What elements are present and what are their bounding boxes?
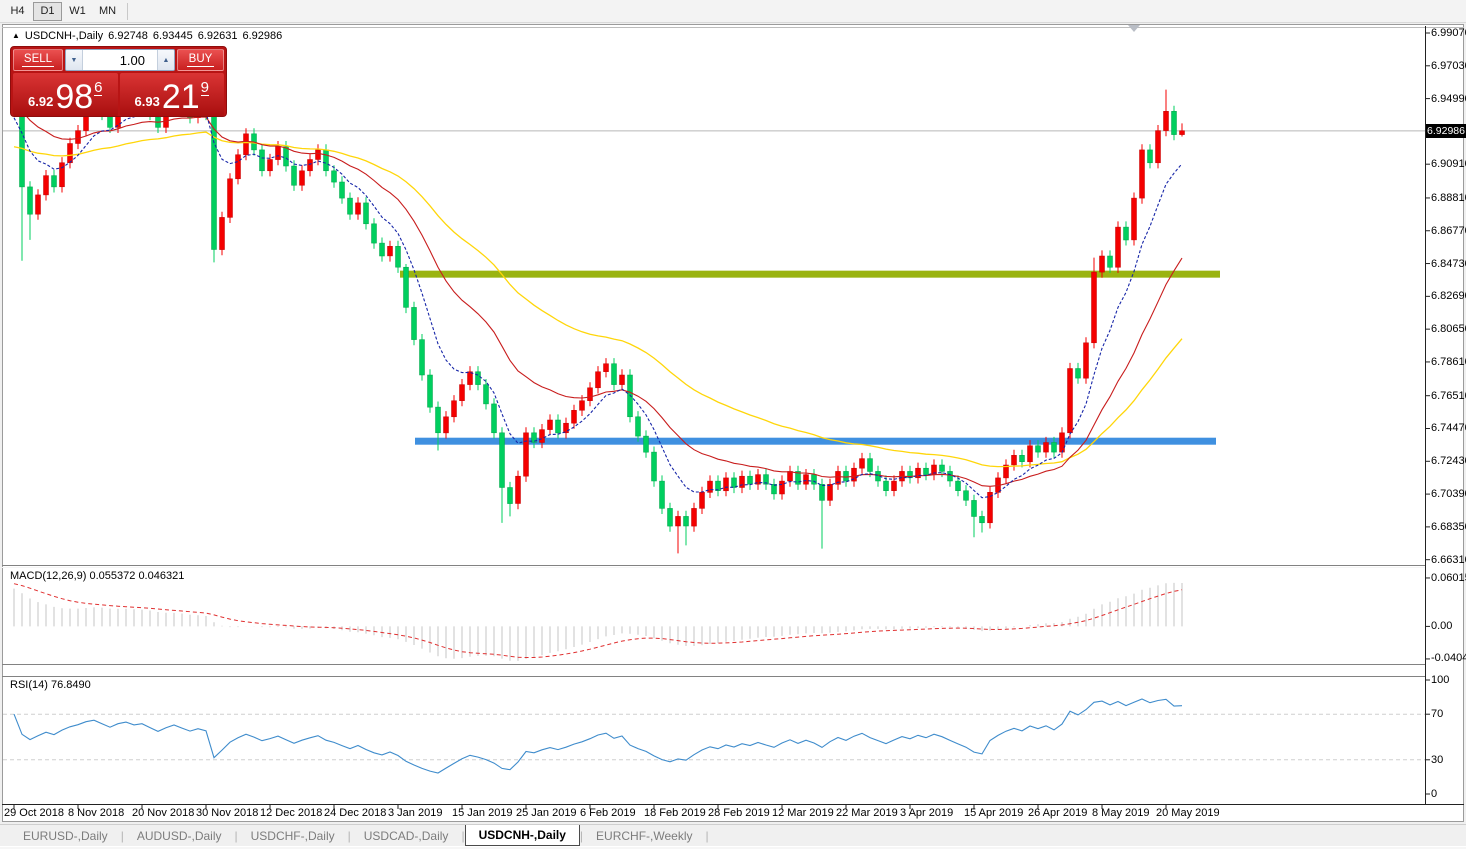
chart-tab-audusd-daily[interactable]: AUDUSD-,Daily [124, 825, 235, 846]
macd-value-signal: 0.046321 [138, 570, 184, 582]
chart-tab-usdcnh-daily[interactable]: USDCNH-,Daily [465, 825, 580, 846]
chart-tab-bar: EURUSD-,Daily|AUDUSD-,Daily|USDCHF-,Dail… [0, 824, 1466, 846]
price-tick-label: 6.70390 [1431, 488, 1466, 500]
sell-price-big: 98 [55, 82, 93, 112]
date-tick-label: 29 Oct 2018 [4, 807, 64, 819]
date-tick-label: 8 May 2019 [1092, 807, 1149, 819]
rsi-value: 76.8490 [51, 679, 91, 691]
rsi-tick-label: 0 [1431, 788, 1437, 800]
volume-increase-icon[interactable]: ▲ [157, 50, 174, 70]
price-tick-label: 6.82690 [1431, 290, 1466, 302]
date-tick-label: 24 Dec 2018 [324, 807, 386, 819]
sell-button[interactable]: SELL [13, 49, 63, 71]
ohlc-low: 6.92631 [198, 30, 238, 42]
date-tick-label: 20 May 2019 [1156, 807, 1220, 819]
buy-price-big: 21 [162, 82, 200, 112]
timeframe-toolbar: H4D1W1MN [0, 0, 1466, 23]
ohlc-close: 6.92986 [242, 30, 282, 42]
price-tick-label: 6.68350 [1431, 521, 1466, 533]
ohlc-high: 6.93445 [153, 30, 193, 42]
sell-price-small: 6.92 [28, 94, 53, 109]
price-tick-label: 6.90910 [1431, 158, 1466, 170]
date-tick-label: 15 Jan 2019 [452, 807, 513, 819]
toolbar-separator [127, 3, 128, 20]
date-tick-label: 6 Feb 2019 [580, 807, 636, 819]
buy-quote: 6.93 21 9 [120, 73, 225, 116]
rsi-tick-label: 100 [1431, 674, 1449, 686]
price-tick-label: 6.80650 [1431, 323, 1466, 335]
price-tick-label: 6.88810 [1431, 192, 1466, 204]
price-tick-label: 6.72430 [1431, 455, 1466, 467]
chart-tab-eurchf-weekly[interactable]: EURCHF-,Weekly [583, 825, 705, 846]
date-tick-label: 28 Feb 2019 [708, 807, 770, 819]
volume-input[interactable] [83, 50, 157, 70]
buy-button[interactable]: BUY [177, 49, 224, 71]
date-tick-label: 8 Nov 2018 [68, 807, 124, 819]
date-tick-label: 18 Feb 2019 [644, 807, 706, 819]
rsi-tick-label: 70 [1431, 708, 1443, 720]
macd-value-main: 0.055372 [89, 570, 135, 582]
chart-title: ▲ USDCNH-,Daily 6.92748 6.93445 6.92631 … [12, 30, 282, 42]
date-tick-label: 30 Nov 2018 [196, 807, 258, 819]
chart-tab-eurusd-daily[interactable]: EURUSD-,Daily [10, 825, 121, 846]
timeframe-button-w1[interactable]: W1 [63, 2, 92, 21]
price-tick-label: 6.78610 [1431, 356, 1466, 368]
timeframe-button-mn[interactable]: MN [93, 2, 122, 21]
volume-spinner: ▼ ▲ [65, 49, 175, 71]
price-tick-label: 6.94990 [1431, 93, 1466, 105]
tab-separator: | [706, 825, 709, 846]
date-tick-label: 20 Nov 2018 [132, 807, 194, 819]
date-tick-label: 3 Jan 2019 [388, 807, 442, 819]
chart-symbol-period: USDCNH-,Daily [25, 30, 103, 42]
date-tick-label: 22 Mar 2019 [836, 807, 898, 819]
price-tick-label: 6.86770 [1431, 225, 1466, 237]
date-tick-label: 3 Apr 2019 [900, 807, 953, 819]
volume-decrease-icon[interactable]: ▼ [66, 50, 83, 70]
buy-price-pip: 9 [201, 81, 209, 96]
macd-tick-label: 0.00 [1431, 620, 1452, 632]
date-tick-label: 15 Apr 2019 [964, 807, 1023, 819]
macd-tick-label: 0.060159 [1431, 572, 1466, 584]
date-tick-label: 26 Apr 2019 [1028, 807, 1087, 819]
sell-quote: 6.92 98 6 [13, 73, 118, 116]
sell-price-pip: 6 [94, 81, 102, 96]
price-tick-label: 6.66310 [1431, 554, 1466, 566]
rsi-label: RSI(14) 76.8490 [10, 679, 91, 691]
collapse-panel-icon[interactable]: ▲ [12, 31, 20, 40]
chart-window[interactable] [2, 24, 1464, 822]
date-tick-label: 12 Mar 2019 [772, 807, 834, 819]
buy-price-small: 6.93 [135, 94, 160, 109]
price-tick-label: 6.84730 [1431, 258, 1466, 270]
date-tick-label: 25 Jan 2019 [516, 807, 577, 819]
ohlc-open: 6.92748 [108, 30, 148, 42]
chart-shift-marker-icon [1128, 25, 1140, 32]
current-price-label: 6.92986 [1426, 124, 1466, 138]
chart-tab-usdcad-daily[interactable]: USDCAD-,Daily [351, 825, 462, 846]
chart-tab-usdchf-daily[interactable]: USDCHF-,Daily [238, 825, 348, 846]
price-tick-label: 6.74470 [1431, 422, 1466, 434]
rsi-tick-label: 30 [1431, 754, 1443, 766]
price-tick-label: 6.76510 [1431, 390, 1466, 402]
one-click-trade-panel: SELL ▼ ▲ BUY 6.92 98 6 6.93 21 9 [10, 46, 227, 117]
date-tick-label: 12 Dec 2018 [260, 807, 322, 819]
macd-tick-label: -0.040407 [1431, 652, 1466, 664]
macd-label: MACD(12,26,9) 0.055372 0.046321 [10, 570, 184, 582]
timeframe-button-d1[interactable]: D1 [33, 2, 62, 21]
price-tick-label: 6.99070 [1431, 27, 1466, 39]
price-tick-label: 6.97030 [1431, 60, 1466, 72]
timeframe-button-h4[interactable]: H4 [3, 2, 32, 21]
